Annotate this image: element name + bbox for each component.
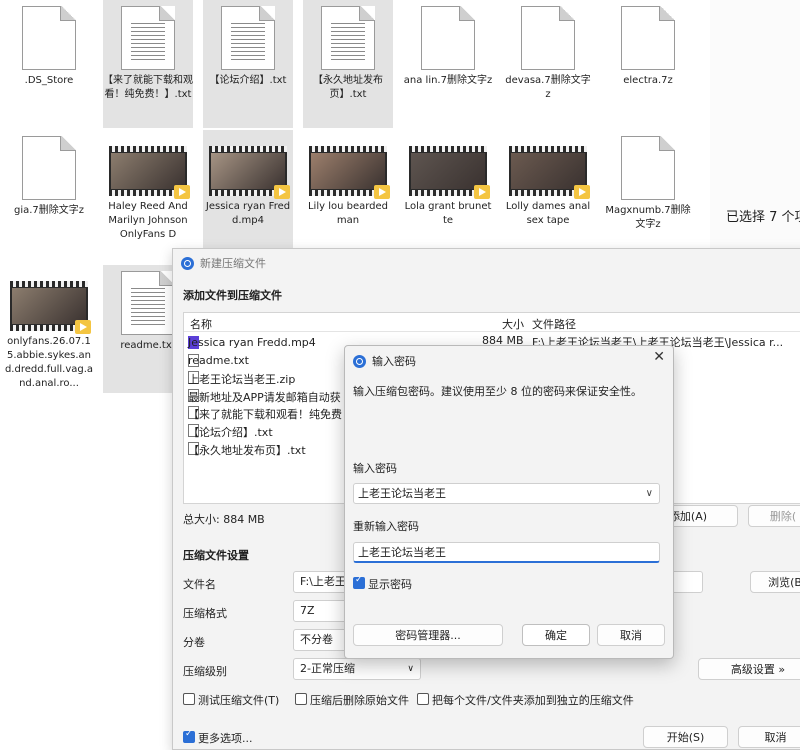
password-manager-button[interactable]: 密码管理器... (353, 624, 503, 646)
app-icon (353, 354, 366, 368)
dialog-cancel-button[interactable]: 取消 (597, 624, 665, 646)
file-tile-label: 【论坛介绍】.txt (209, 75, 287, 86)
filename-label: 文件名 (183, 578, 216, 591)
window-title: 新建压缩文件 (181, 255, 266, 271)
video-file-icon (109, 146, 190, 199)
chevron-down-icon[interactable]: ∨ (646, 484, 653, 503)
text-file-icon (321, 6, 375, 70)
col-name[interactable]: 名称 (190, 316, 212, 332)
file-tile-label: Lolly dames anal sex tape (505, 201, 591, 226)
text-file-icon (121, 6, 175, 70)
archive-cancel-button[interactable]: 取消 (738, 726, 800, 748)
row-name: Jessica ryan Fredd.mp4 (188, 336, 316, 349)
delete-source-option[interactable]: 压缩后删除原始文件 (295, 692, 409, 708)
level-label: 压缩级别 (183, 665, 227, 678)
password-dialog: 输入密码 ✕ 输入压缩包密码。建议使用至少 8 位的密码来保证安全性。 输入密码… (344, 345, 674, 659)
checkbox-icon (417, 693, 429, 705)
level-select[interactable]: 2-正常压缩 ∨ (293, 658, 421, 680)
checkbox-icon (183, 693, 195, 705)
file-tile[interactable]: ana lin.7删除文字z (403, 0, 493, 120)
confirm-password-input[interactable]: 上老王论坛当老王 (353, 542, 660, 563)
video-file-icon (209, 146, 290, 199)
more-options-toggle[interactable]: 更多选项... (183, 729, 253, 746)
text-file-icon (221, 6, 275, 70)
checkbox-icon (295, 693, 307, 705)
file-tile[interactable]: 【论坛介绍】.txt (203, 0, 293, 128)
test-archive-option[interactable]: 测试压缩文件(T) (183, 692, 279, 708)
file-tile-label: devasa.7删除文字z (505, 75, 591, 100)
file-tile[interactable]: Magxnumb.7删除文字z (603, 130, 693, 250)
text-file-icon (121, 271, 175, 335)
file-icon (421, 6, 475, 70)
ok-button[interactable]: 确定 (522, 624, 590, 646)
file-tile-label: .DS_Store (24, 75, 74, 86)
file-tile-label: Haley Reed And Marilyn Johnson OnlyFans … (108, 201, 188, 240)
show-password-checkbox[interactable]: 显示密码 (353, 575, 412, 592)
section-settings: 压缩文件设置 (183, 549, 249, 562)
file-tile[interactable]: Haley Reed And Marilyn Johnson OnlyFans … (103, 130, 193, 250)
format-label: 压缩格式 (183, 607, 227, 620)
checkbox-checked-icon (183, 729, 195, 743)
checkbox-checked-icon (353, 575, 365, 589)
chevron-down-icon: ∨ (407, 664, 414, 674)
row-name: readme.txt (188, 353, 249, 367)
file-tile[interactable]: electra.7z (603, 0, 693, 120)
file-icon (22, 6, 76, 70)
file-tile[interactable]: devasa.7删除文字z (503, 0, 593, 120)
file-tile[interactable]: .DS_Store (4, 0, 94, 120)
col-size[interactable]: 大小 (502, 316, 524, 332)
file-tile-label: onlyfans.26.07.15.abbie.sykes.and.dredd.… (4, 336, 94, 389)
file-list-header: 名称 大小 文件路径 (184, 313, 800, 332)
file-icon (22, 136, 76, 200)
selection-status: 已选择 7 个项 (726, 210, 800, 225)
format-select[interactable]: 7Z (293, 600, 348, 622)
file-tile-label: Lola grant brunette (404, 201, 492, 226)
video-file-icon (409, 146, 490, 199)
file-tile[interactable]: Lolly dames anal sex tape (503, 130, 593, 250)
file-icon (621, 6, 675, 70)
video-file-icon (10, 281, 91, 334)
confirm-password-label: 重新输入密码 (353, 520, 419, 533)
video-file-icon (309, 146, 390, 199)
file-tile-label: Lily lou bearded man (307, 201, 389, 226)
total-size: 总大小: 884 MB (183, 513, 265, 526)
close-icon[interactable]: ✕ (653, 349, 665, 365)
file-tile[interactable]: gia.7删除文字z (4, 130, 94, 250)
file-tile-label: electra.7z (623, 75, 673, 86)
browse-button[interactable]: 浏览(B (750, 571, 800, 593)
dialog-title: 输入密码 (353, 353, 416, 369)
row-name: 【永久地址发布页】.txt (188, 443, 306, 457)
password-label: 输入密码 (353, 462, 397, 475)
file-tile-label: gia.7删除文字z (13, 205, 85, 216)
start-button[interactable]: 开始(S) (643, 726, 728, 748)
file-tile[interactable]: 【来了就能下载和观看！纯免费！】.txt (103, 0, 193, 128)
password-hint: 输入压缩包密码。建议使用至少 8 位的密码来保证安全性。 (353, 385, 642, 398)
section-add-files: 添加文件到压缩文件 (183, 289, 282, 302)
file-tile-label: Jessica ryan Fredd.mp4 (205, 201, 291, 226)
file-tile[interactable]: Jessica ryan Fredd.mp4 (203, 130, 293, 258)
video-file-icon (509, 146, 590, 199)
file-tile[interactable]: Lola grant brunette (403, 130, 493, 250)
file-tile[interactable]: onlyfans.26.07.15.abbie.sykes.and.dredd.… (4, 265, 94, 389)
split-label: 分卷 (183, 636, 205, 649)
split-select[interactable]: 不分卷 (293, 629, 348, 651)
file-tile[interactable]: Lily lou bearded man (303, 130, 393, 250)
file-tile-label: ana lin.7删除文字z (403, 75, 493, 86)
password-input[interactable]: 上老王论坛当老王 ∨ (353, 483, 660, 504)
file-tile-label: 【来了就能下载和观看！纯免费！】.txt (103, 75, 193, 100)
app-icon (181, 256, 194, 270)
col-path[interactable]: 文件路径 (532, 316, 576, 332)
separate-archives-option[interactable]: 把每个文件/文件夹添加到独立的压缩文件 (417, 692, 634, 708)
advanced-settings-button[interactable]: 高级设置 » (698, 658, 800, 680)
file-icon (621, 136, 675, 200)
file-icon (521, 6, 575, 70)
file-tile-label: Magxnumb.7删除文字z (605, 205, 691, 230)
file-tile[interactable]: 【永久地址发布页】.txt (303, 0, 393, 128)
file-tile-label: 【永久地址发布页】.txt (313, 75, 383, 100)
delete-button[interactable]: 删除( (748, 505, 800, 527)
